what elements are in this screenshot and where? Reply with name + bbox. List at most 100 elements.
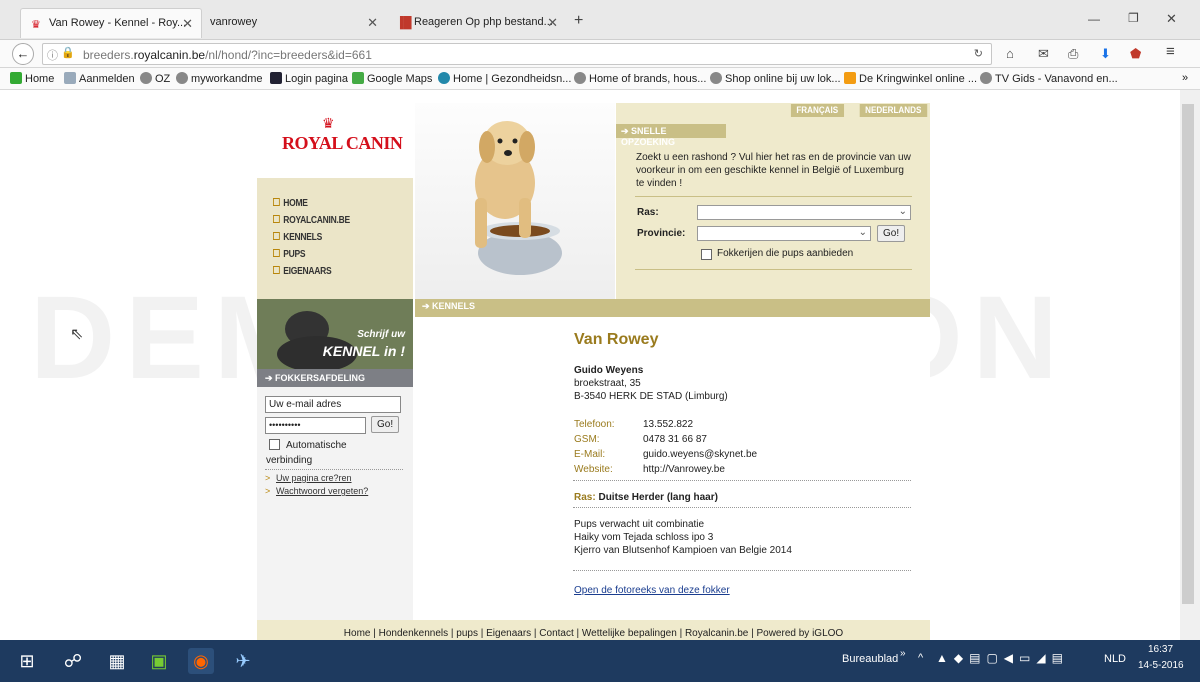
pups-text-line3: Kjerro van Blutsenhof Kampioen van Belgi…: [574, 545, 792, 556]
divider: [573, 507, 911, 508]
quick-search-header: ➔ SNELLE OPZOEKING: [616, 124, 726, 147]
url-bar[interactable]: ⓘ 🔒 breeders.royalcanin.be/nl/hond/?inc=…: [42, 43, 992, 65]
site-footer[interactable]: Home | Hondenkennels | pups | Eigenaars …: [257, 620, 930, 640]
restore-icon[interactable]: ❐: [1128, 11, 1139, 25]
info-icon[interactable]: ⓘ: [47, 47, 58, 63]
ras-select[interactable]: ⌄: [697, 205, 911, 220]
close-tab-icon[interactable]: ✕: [182, 16, 193, 32]
clock-time[interactable]: 16:37: [1148, 644, 1173, 655]
tab-vanrowey[interactable]: vanrowey ✕: [200, 8, 386, 38]
menu-item-home[interactable]: HOME: [273, 198, 308, 209]
menu-item-pups[interactable]: PUPS: [273, 249, 305, 260]
health-icon: [438, 72, 450, 84]
scrollbar-thumb[interactable]: [1182, 104, 1194, 604]
bookmark-item[interactable]: Google Maps: [352, 72, 432, 85]
overflow-chevron-icon[interactable]: »: [900, 648, 906, 659]
forgot-password-link[interactable]: Wachtwoord vergeten?: [276, 486, 368, 496]
search-go-button[interactable]: Go!: [877, 225, 906, 242]
input-language[interactable]: NLD: [1104, 653, 1126, 665]
reload-icon[interactable]: ↻: [974, 47, 983, 60]
start-button[interactable]: ⊞: [14, 648, 40, 674]
crown-icon: ♛: [322, 115, 335, 131]
network-app-icon[interactable]: ☍: [60, 648, 86, 674]
download-icon[interactable]: ⬇: [1100, 46, 1111, 62]
close-tab-icon[interactable]: ✕: [367, 15, 378, 31]
password-input[interactable]: ••••••••••: [265, 417, 366, 434]
close-window-icon[interactable]: ✕: [1166, 11, 1177, 27]
pups-text-line1: Pups verwacht uit combinatie: [574, 519, 705, 530]
create-page-link[interactable]: Uw pagina cre?ren: [276, 473, 352, 483]
bookmark-item[interactable]: Home | Gezondheidsn...: [438, 72, 571, 85]
bookmark-label: Aanmelden: [79, 73, 135, 85]
menu-item-royalcanin[interactable]: ROYALCANIN.BE: [273, 215, 350, 226]
website-value[interactable]: http://Vanrowey.be: [643, 464, 725, 475]
bookmark-label: Home of brands, hous...: [589, 73, 707, 85]
new-tab-button[interactable]: +: [574, 12, 583, 30]
gsm-label: GSM:: [574, 434, 600, 445]
tab-label: Reageren Op php bestand...: [414, 16, 553, 28]
bookmark-item[interactable]: Home: [10, 72, 54, 85]
quick-search-panel: FRANÇAIS NEDERLANDS ➔ SNELLE OPZOEKING Z…: [616, 103, 930, 299]
auto-login-label: Automatische verbinding: [266, 440, 347, 466]
bookmark-item[interactable]: TV Gids - Vanavond en...: [980, 72, 1118, 85]
login-go-button[interactable]: Go!: [371, 416, 400, 433]
breed-label: Ras:: [574, 492, 596, 503]
bookmark-item[interactable]: Login pagina: [270, 72, 348, 85]
write-kennel-banner[interactable]: Schrijf uw KENNEL in !: [257, 299, 413, 372]
menu-item-eigenaars[interactable]: EIGENAARS: [273, 266, 332, 277]
mail-icon[interactable]: ✉: [1038, 46, 1049, 62]
tab-reageren[interactable]: ▐█ Reageren Op php bestand... ✕: [386, 8, 566, 38]
city-address: B-3540 HERK DE STAD (Limburg): [574, 391, 728, 402]
divider: [265, 469, 403, 470]
bookmark-item[interactable]: Shop online bij uw lok...: [710, 72, 841, 85]
quick-search-text: Zoekt u een rashond ? Vul hier het ras e…: [636, 152, 911, 189]
kennels-bar-title: ➔ KENNELS: [422, 301, 476, 311]
bookmark-item[interactable]: De Kringwinkel online ...: [844, 72, 977, 85]
logo-area: ♛ ROYAL CANIN: [257, 103, 413, 178]
lang-nederlands[interactable]: NEDERLANDS: [859, 104, 927, 117]
ublock-icon[interactable]: ⬟: [1130, 46, 1141, 62]
menu-icon[interactable]: ≡: [1166, 43, 1175, 60]
provincie-select[interactable]: ⌄: [697, 226, 871, 241]
tab-van-rowey[interactable]: ♛ Van Rowey - Kennel - Roy... ✕: [20, 8, 202, 38]
bookmark-label: Home: [25, 73, 55, 85]
thunderbird-icon[interactable]: ✈: [230, 648, 256, 674]
divider: [573, 570, 911, 571]
pups-checkbox[interactable]: [701, 249, 712, 260]
lang-francais[interactable]: FRANÇAIS: [790, 104, 844, 117]
close-tab-icon[interactable]: ✕: [547, 15, 558, 31]
website-label: Website:: [574, 464, 613, 475]
tray-up-icon[interactable]: ^: [918, 652, 923, 664]
print-icon[interactable]: ⎙: [1068, 46, 1078, 62]
breed-row: Ras: Duitse Herder (lang haar): [574, 492, 718, 503]
photo-gallery-link[interactable]: Open de fotoreeks van deze fokker: [574, 585, 730, 596]
bookmark-item[interactable]: myworkandme: [176, 72, 263, 85]
login-sidebar: Uw e-mail adres •••••••••• Go! Automatis…: [257, 387, 413, 640]
bookmark-item[interactable]: OZ: [140, 72, 170, 85]
email-input[interactable]: Uw e-mail adres: [265, 396, 401, 413]
royal-canin-logo[interactable]: ROYAL CANIN: [282, 133, 403, 154]
email-value[interactable]: guido.weyens@skynet.be: [643, 449, 757, 460]
puppy-image: [415, 103, 615, 299]
minimize-icon[interactable]: —: [1088, 12, 1100, 26]
home-bookmark-icon: [10, 72, 22, 84]
bookmarks-more-button[interactable]: »: [1182, 72, 1188, 84]
desktop-label[interactable]: Bureaublad: [842, 653, 898, 665]
menu-item-kennels[interactable]: KENNELS: [273, 232, 322, 243]
bookmark-item[interactable]: Home of brands, hous...: [574, 72, 706, 85]
tray-icons[interactable]: ▲◆▤▢◀▭◢▤: [936, 651, 1069, 665]
globe-icon: [980, 72, 992, 84]
globe-icon: [710, 72, 722, 84]
firefox-icon[interactable]: ◉: [188, 648, 214, 674]
breed-value: Duitse Herder (lang haar): [598, 492, 718, 503]
php-favicon-icon: ▐█: [396, 17, 412, 29]
pups-checkbox-label: Fokkerijen die pups aanbieden: [717, 248, 854, 259]
phone-label: Telefoon:: [574, 419, 615, 430]
back-button[interactable]: ←: [12, 43, 34, 65]
url-prefix: breeders.: [83, 48, 134, 62]
clock-date[interactable]: 14-5-2016: [1138, 660, 1184, 671]
bookmark-item[interactable]: Aanmelden: [64, 72, 135, 85]
home-icon[interactable]: ⌂: [1006, 46, 1014, 61]
calculator-icon[interactable]: ▦: [104, 648, 130, 674]
chat-app-icon[interactable]: ▣: [146, 648, 172, 674]
